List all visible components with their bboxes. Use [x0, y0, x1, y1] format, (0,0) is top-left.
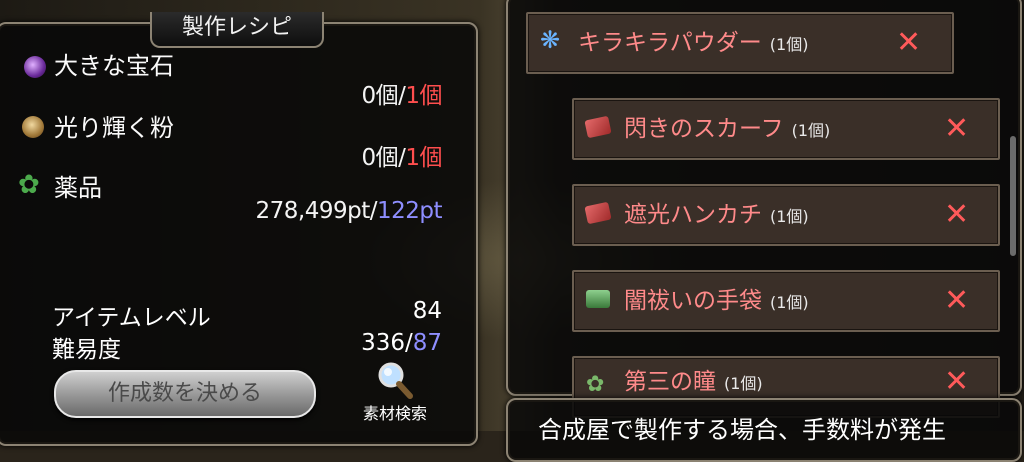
commission-message: 合成屋で製作する場合、手数料が発生 [538, 416, 946, 444]
material-name: 光り輝く粉 [54, 114, 174, 142]
material-quantity: 278,499pt/122pt [255, 198, 442, 224]
root-item-name: キラキラパウダー (1個) [578, 30, 809, 56]
magnifier-icon [378, 362, 413, 399]
material-search-label: 素材検索 [362, 404, 427, 423]
eye-icon: ✿ [586, 372, 605, 397]
remove-icon[interactable]: ✕ [896, 14, 921, 72]
child-item-name: 闇祓いの手袋 (1個) [624, 288, 809, 314]
remove-icon[interactable]: ✕ [944, 186, 969, 244]
material-quantity: 0個/1個 [361, 145, 442, 171]
scarf-icon [584, 115, 612, 139]
child-item-slot[interactable]: 闇祓いの手袋 (1個) ✕ [572, 270, 1000, 332]
material-quantity: 0個/1個 [361, 83, 442, 109]
child-item-slot[interactable]: 閃きのスカーフ (1個) ✕ [572, 98, 1000, 160]
sparkle-powder-icon: ❋ [540, 26, 561, 54]
gem-icon [24, 56, 46, 78]
difficulty-label: 難易度 [52, 337, 121, 363]
remove-icon[interactable]: ✕ [944, 100, 969, 158]
material-tree-panel: ❋ キラキラパウダー (1個) ✕ 閃きのスカーフ (1個) ✕ 遮光ハンカチ (1個… [506, 0, 1022, 418]
remove-icon[interactable]: ✕ [944, 272, 969, 330]
decide-quantity-button[interactable]: 作成数を決める [54, 370, 316, 418]
material-search-button[interactable]: 素材検索 [352, 360, 438, 426]
child-item-slot[interactable]: 遮光ハンカチ (1個) ✕ [572, 184, 1000, 246]
glove-box-icon [586, 290, 610, 308]
material-name: 大きな宝石 [54, 52, 174, 80]
item-level-value: 84 [412, 298, 442, 324]
child-item-name: 遮光ハンカチ (1個) [624, 202, 809, 228]
powder-bag-icon [22, 116, 44, 138]
handkerchief-icon [584, 201, 612, 225]
recipe-title: 製作レシピ [150, 12, 324, 48]
material-name: 薬品 [54, 174, 102, 202]
scrollbar[interactable] [1010, 136, 1016, 256]
root-item-slot[interactable]: ❋ キラキラパウダー (1個) ✕ [526, 12, 954, 74]
difficulty-value: 336/87 [361, 330, 442, 356]
message-panel: 合成屋で製作する場合、手数料が発生 [506, 398, 1022, 462]
item-level-label: アイテムレベル [52, 305, 211, 331]
herb-icon: ✿ [18, 170, 40, 200]
child-item-name: 閃きのスカーフ (1個) [624, 116, 831, 142]
